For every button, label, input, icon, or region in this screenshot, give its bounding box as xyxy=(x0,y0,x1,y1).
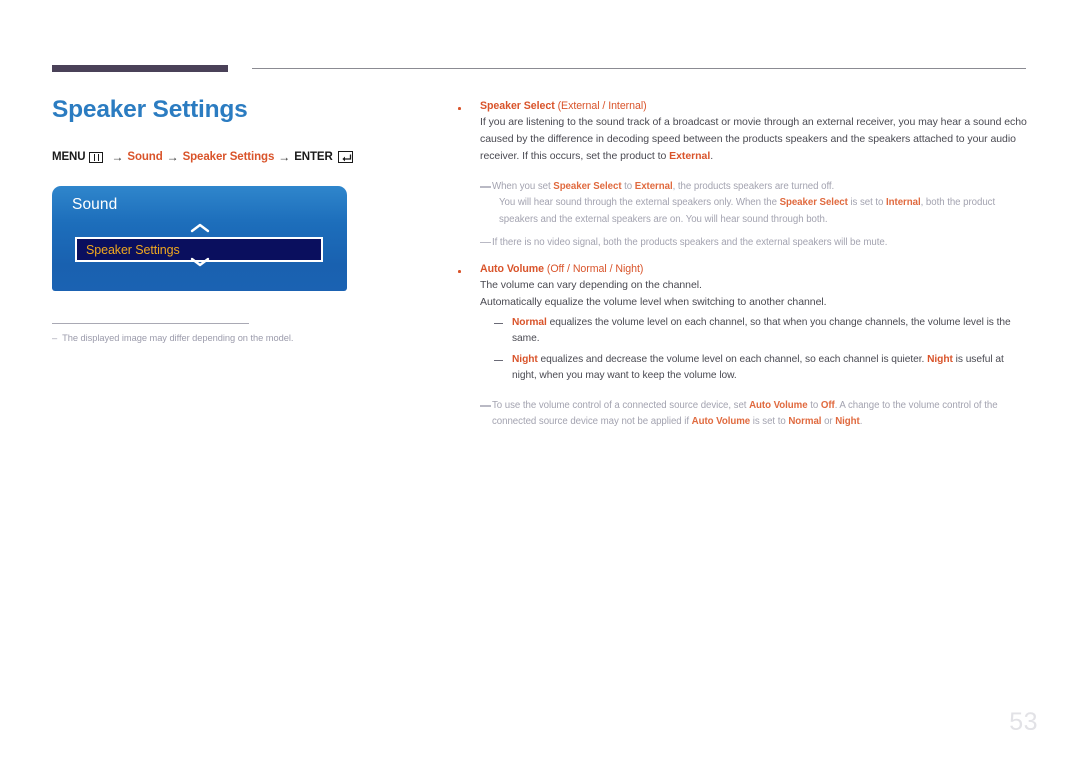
header-rule-thick xyxy=(52,65,228,72)
footnote-text: The displayed image may differ depending… xyxy=(62,333,294,344)
paragraph-auto-volume-1: The volume can vary depending on the cha… xyxy=(480,279,702,292)
page-number: 53 xyxy=(1009,708,1038,736)
paragraph-highlight-external: External xyxy=(669,150,711,163)
osd-menu-title: Sound xyxy=(72,196,118,214)
note3-seg-6: . xyxy=(859,416,863,428)
section-heading-speaker-select: Speaker Select (External / Internal) xyxy=(458,99,1030,114)
note3-hl-auto-volume-2: Auto Volume xyxy=(691,416,751,428)
sub-dash-icon xyxy=(494,359,503,362)
heading-text: Auto Volume (Off / Normal / Night) xyxy=(480,262,643,277)
bullet-dot-icon xyxy=(458,262,480,275)
note3-hl-auto-volume: Auto Volume xyxy=(749,400,808,412)
note3-hl-night: Night xyxy=(835,416,860,428)
paragraph-auto-volume-2: Automatically equalize the volume level … xyxy=(480,296,827,309)
osd-selected-row-label: Speaker Settings xyxy=(86,242,180,257)
bullet-dot-icon xyxy=(458,99,480,112)
footnote-divider xyxy=(52,323,249,325)
note3-seg-2: to xyxy=(807,400,821,412)
note-seg-2: to xyxy=(621,181,635,193)
sub-item-body: Night equalizes and decrease the volume … xyxy=(512,352,1030,385)
osd-menu-mock: Sound Speaker Settings xyxy=(52,186,347,292)
note-dash-icon xyxy=(480,186,491,188)
note-connected-source-device: To use the volume control of a connected… xyxy=(480,398,1030,430)
note-body: To use the volume control of a connected… xyxy=(492,398,1030,430)
note-seg-5: is set to xyxy=(847,197,887,209)
note-dash-icon xyxy=(480,405,491,407)
breadcrumb-arrow-3: → xyxy=(278,150,291,165)
note-no-video-signal: If there is no video signal, both the pr… xyxy=(480,235,1030,251)
breadcrumb-menu-label: MENU xyxy=(52,151,86,164)
note-hl-internal: Internal xyxy=(886,197,921,209)
note-body: When you set Speaker Select to External,… xyxy=(492,179,1030,227)
section-heading-auto-volume: Auto Volume (Off / Normal / Night) xyxy=(458,262,1030,277)
heading-bold: Auto Volume xyxy=(480,262,544,275)
breadcrumb: MENU → Sound → Speaker Settings → ENTER xyxy=(52,150,412,164)
heading-bold: Speaker Select xyxy=(480,100,555,112)
heading-text: Speaker Select (External / Internal) xyxy=(480,99,647,114)
sub-item-normal: Normal equalizes the volume level on eac… xyxy=(494,315,1030,348)
note3-seg-4: is set to xyxy=(750,416,789,428)
sub-hl-normal: Normal xyxy=(512,317,547,329)
footnote: – The displayed image may differ dependi… xyxy=(52,333,412,343)
sub-item-night: Night equalizes and decrease the volume … xyxy=(494,352,1030,385)
breadcrumb-arrow-2: → xyxy=(166,150,179,165)
note3-seg-1: To use the volume control of a connected… xyxy=(492,400,750,412)
note3-seg-5: or xyxy=(821,416,836,428)
left-column: Speaker Settings MENU → Sound → Speaker … xyxy=(52,95,412,343)
chevron-up-icon[interactable] xyxy=(52,222,347,234)
note-hl-speaker-select-2: Speaker Select xyxy=(779,197,848,209)
footnote-dash: – xyxy=(52,333,58,344)
breadcrumb-arrow-1: → xyxy=(111,150,124,165)
note3-hl-normal: Normal xyxy=(788,416,822,428)
breadcrumb-path-sound: Sound xyxy=(127,151,163,164)
paragraph-text: If you are listening to the sound track … xyxy=(480,116,1027,163)
note-seg-1: When you set xyxy=(492,181,554,193)
note-speaker-select-behavior: When you set Speaker Select to External,… xyxy=(480,179,1030,227)
note-hl-speaker-select: Speaker Select xyxy=(553,181,622,193)
note-dash-icon xyxy=(480,241,491,244)
note-seg-4: You will hear sound through the external… xyxy=(499,197,780,209)
page-title: Speaker Settings xyxy=(52,96,248,123)
note3-hl-off: Off xyxy=(820,400,835,412)
breadcrumb-path-speaker-settings: Speaker Settings xyxy=(182,151,275,164)
breadcrumb-enter-label: ENTER xyxy=(294,151,333,164)
right-column: Speaker Select (External / Internal) If … xyxy=(458,99,1030,431)
menu-grid-icon xyxy=(89,151,104,163)
chevron-down-icon[interactable] xyxy=(52,256,347,268)
sub-text-a: equalizes and decrease the volume level … xyxy=(537,353,928,365)
note-hl-external: External xyxy=(634,181,673,193)
sub-item-body: Normal equalizes the volume level on eac… xyxy=(512,315,1030,348)
heading-options: (Off / Normal / Night) xyxy=(544,262,644,275)
sub-text: equalizes the volume level on each chann… xyxy=(512,317,1011,345)
sub-hl-night-2: Night xyxy=(927,353,953,365)
header-rule-thin xyxy=(252,68,1026,69)
paragraph-tail: . xyxy=(710,150,714,163)
note-seg-3: , the products speakers are turned off. xyxy=(672,181,835,193)
sub-hl-night: Night xyxy=(512,353,538,365)
enter-return-icon xyxy=(337,151,353,164)
sub-dash-icon xyxy=(494,323,503,325)
heading-options: (External / Internal) xyxy=(554,100,647,112)
paragraph-speaker-select: If you are listening to the sound track … xyxy=(480,114,1030,165)
note-body: If there is no video signal, both the pr… xyxy=(492,236,888,248)
